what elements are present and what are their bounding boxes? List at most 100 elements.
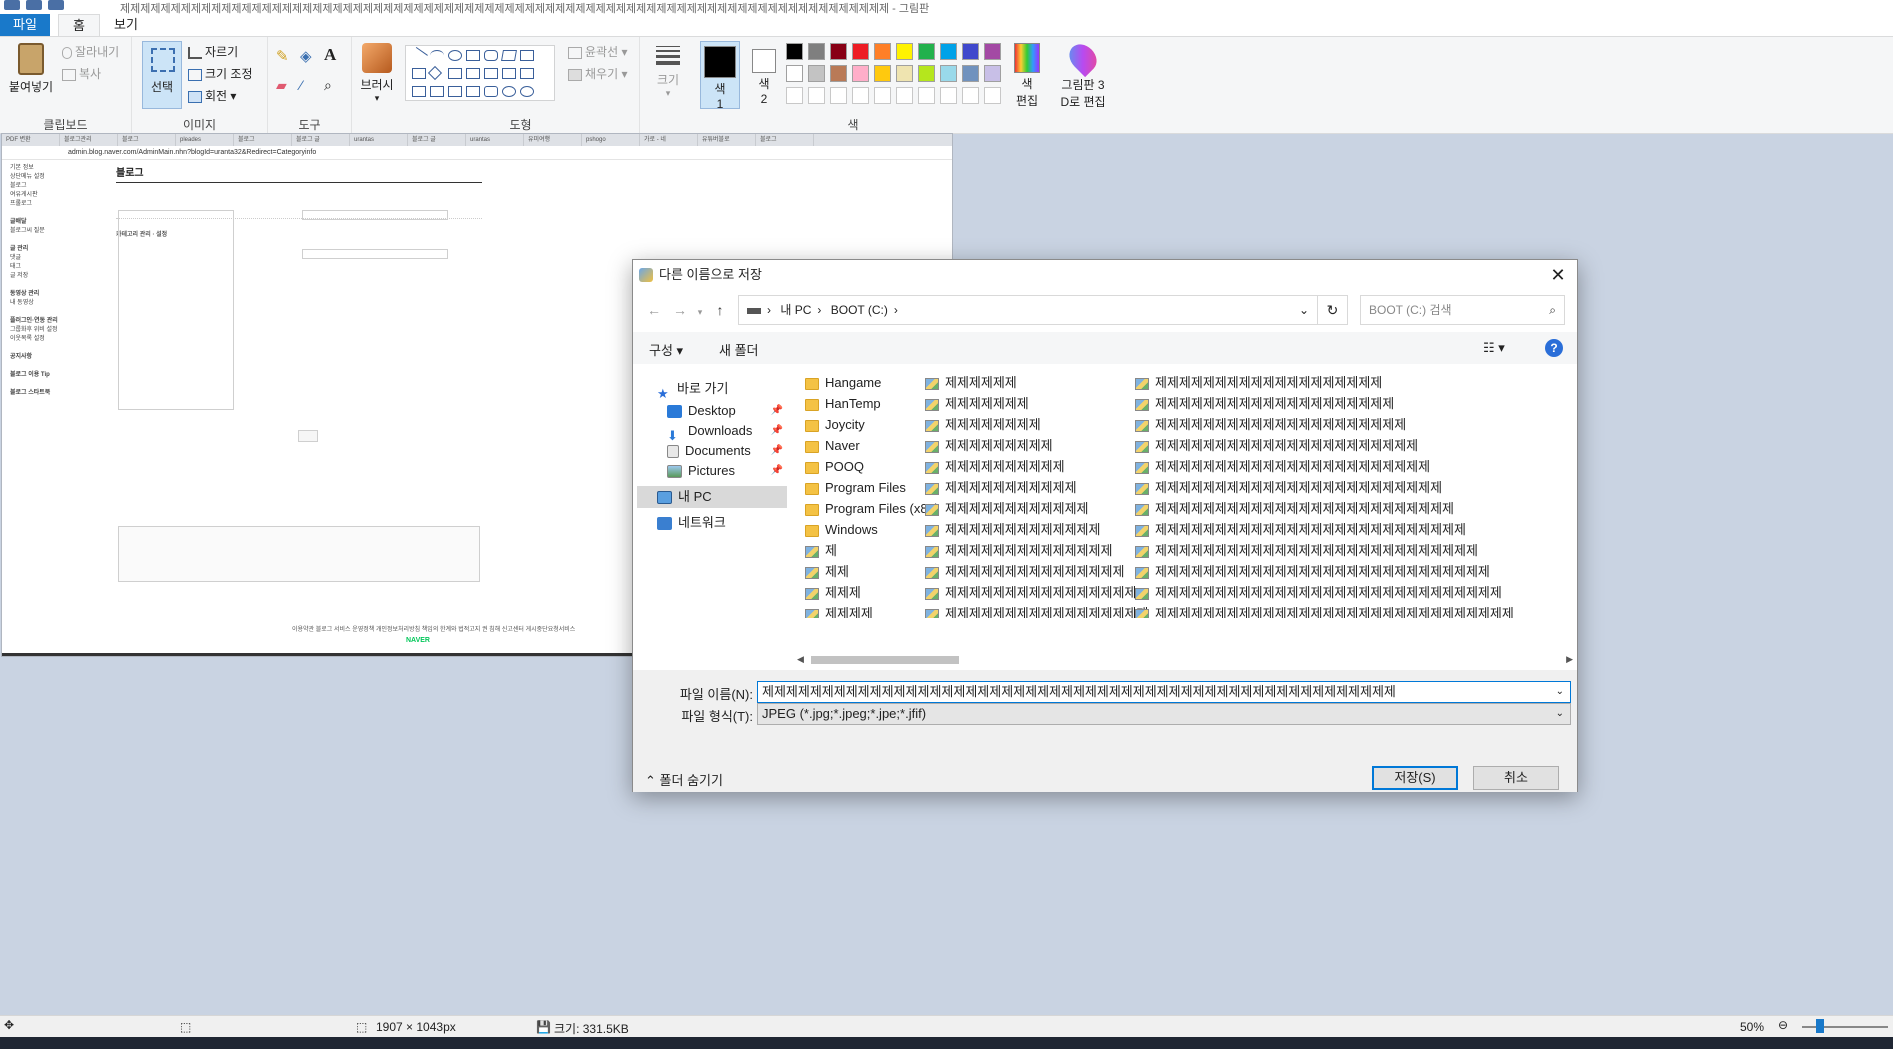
color-swatch[interactable] [962,65,979,82]
custom-color-swatch[interactable] [852,87,869,104]
file-item[interactable]: 제제제제제제제제제제제제제제제 [925,561,1160,582]
custom-color-swatch[interactable] [874,87,891,104]
color-swatch[interactable] [786,65,803,82]
magnifier-icon[interactable]: ⌕ [324,77,332,94]
custom-color-swatch[interactable] [940,87,957,104]
color-swatch[interactable] [830,43,847,60]
right-arrow-shape-icon[interactable] [484,68,498,79]
oval-callout-shape-icon[interactable] [502,86,516,97]
paint3d-button[interactable]: 그림판 3 D로 편집 [1054,38,1112,110]
undo-icon[interactable] [26,0,42,10]
select-button[interactable]: 선택 [142,41,182,109]
custom-color-swatch[interactable] [918,87,935,104]
file-item[interactable]: 제제제제제제제제 [925,414,1160,435]
folder-item[interactable]: POOQ [805,456,939,477]
file-item[interactable]: 제제제제제제제제제제제제제제제제제 [925,603,1160,618]
up-arrow-icon[interactable]: ↑ [707,297,733,323]
sidebar-item-network[interactable]: 네트워크 [657,512,787,534]
help-icon[interactable]: ? [1545,339,1563,357]
scrollbar-thumb[interactable] [811,656,959,664]
six-point-star-shape-icon[interactable] [466,86,480,97]
rounded-rectangle-shape-icon[interactable] [484,50,498,61]
breadcrumb-drive[interactable]: BOOT (C:) [831,303,888,317]
file-item[interactable]: 제제제제제제제제제제제제제제제제제제제제제제제제 [1135,477,1526,498]
color-swatch[interactable] [918,65,935,82]
address-bar[interactable]: › 내 PC › BOOT (C:) › ⌄ [738,295,1318,325]
file-item[interactable]: 제제제제 [805,603,939,618]
color1-button[interactable]: 색1 [700,41,740,111]
cut-button[interactable]: 잘라내기 [62,43,119,60]
organize-button[interactable]: 구성 ▾ [649,340,683,359]
refresh-icon[interactable]: ↻ [1318,295,1348,325]
diamond-shape-icon[interactable] [427,65,443,81]
file-item[interactable]: 제제제제제제제제제제 [925,456,1160,477]
pentagon-shape-icon[interactable] [448,68,462,79]
outline-button[interactable]: 윤곽선 ▾ [568,43,627,60]
zoom-slider-track[interactable] [1802,1026,1888,1028]
resize-button[interactable]: 크기 조정 [188,65,253,82]
color-swatch[interactable] [962,43,979,60]
filename-input[interactable]: 제제제제제제제제제제제제제제제제제제제제제제제제제제제제제제제제제제제제제제제제… [757,681,1571,703]
folder-item[interactable]: Program Files (x86) [805,498,939,519]
rotate-button[interactable]: 회전 ▾ [188,87,236,104]
folder-item[interactable]: HanTemp [805,393,939,414]
copy-button[interactable]: 복사 [62,65,101,82]
folder-item[interactable]: Program Files [805,477,939,498]
new-folder-button[interactable]: 새 폴더 [719,340,759,359]
down-arrow-shape-icon[interactable] [412,86,426,97]
sidebar-item-quick-access[interactable]: ★ 바로 가기 [657,378,787,401]
tab-file[interactable]: 파일 [0,14,50,36]
pencil-icon[interactable]: ✎ [276,47,289,65]
zoom-out-icon[interactable]: ⊖ [1778,1018,1788,1032]
left-arrow-shape-icon[interactable] [502,68,516,79]
file-item[interactable]: 제제제 [805,582,939,603]
sidebar-item-pictures[interactable]: Pictures 📌 [667,460,787,482]
polygon-shape-icon[interactable] [501,50,517,61]
sidebar-item-this-pc[interactable]: 내 PC [637,486,787,508]
tab-home[interactable]: 홈 [58,14,100,36]
file-item[interactable]: 제제제제제제제제제제제제제 [925,519,1160,540]
back-arrow-icon[interactable]: ← [641,297,667,323]
tab-view[interactable]: 보기 [100,14,152,36]
file-item[interactable]: 제제제제제제제제제 [925,435,1160,456]
custom-color-swatch[interactable] [896,87,913,104]
file-item[interactable]: 제제제제제제제제제제제제제제제제제제제제제제제 [1135,456,1526,477]
color-swatch[interactable] [984,65,1001,82]
edit-colors-button[interactable]: 색 편집 [1008,43,1046,109]
file-item[interactable]: 제제제제제제제제제제제제제제제제제제제제제제제제제제제제제제 [1135,603,1526,618]
folder-item[interactable]: Naver [805,435,939,456]
eraser-icon[interactable]: ▰ [276,77,287,94]
line-shape-icon[interactable] [410,46,428,65]
oval-shape-icon[interactable] [448,50,462,61]
color2-button[interactable]: 색2 [744,41,784,109]
file-item[interactable]: 제제제제제제제제제제제제제제제제 [925,582,1160,603]
text-tool-icon[interactable]: A [324,45,336,65]
sidebar-item-documents[interactable]: Documents 📌 [667,440,787,462]
right-triangle-shape-icon[interactable] [412,68,426,79]
chevron-down-icon[interactable]: ⌄ [1551,682,1564,702]
save-icon[interactable] [4,0,20,10]
save-button[interactable]: 저장(S) [1372,766,1458,790]
redo-icon[interactable] [48,0,64,10]
five-point-star-shape-icon[interactable] [448,86,462,97]
custom-color-swatch[interactable] [962,87,979,104]
up-arrow-shape-icon[interactable] [520,68,534,79]
close-button[interactable]: ✕ [1547,264,1569,286]
color-picker-icon[interactable]: ⁄ [300,77,302,93]
file-item[interactable]: 제제제제제제제제제제제제제제제제제제제제제제제제제제 [1135,519,1526,540]
shapes-gallery[interactable] [405,45,555,101]
custom-color-swatch[interactable] [984,87,1001,104]
search-box[interactable]: BOOT (C:) 검색 ⌕ [1360,295,1565,325]
rectangle-shape-icon[interactable] [466,50,480,61]
color-swatch[interactable] [852,65,869,82]
sidebar-item-desktop[interactable]: Desktop 📌 [667,400,787,422]
file-item[interactable]: 제제제제제제 [925,372,1160,393]
file-item[interactable]: 제제제제제제제 [925,393,1160,414]
cloud-callout-shape-icon[interactable] [520,86,534,97]
callout-shape-icon[interactable] [484,86,498,97]
file-item[interactable]: 제제제제제제제제제제제제제제제제제제제 [1135,372,1526,393]
folder-item[interactable]: Hangame [805,372,939,393]
file-item[interactable]: 제제제제제제제제제제제제제제 [925,540,1160,561]
file-item[interactable]: 제제제제제제제제제제제 [925,477,1160,498]
file-item[interactable]: 제제제제제제제제제제제제제제제제제제제제제제제제제 [1135,498,1526,519]
